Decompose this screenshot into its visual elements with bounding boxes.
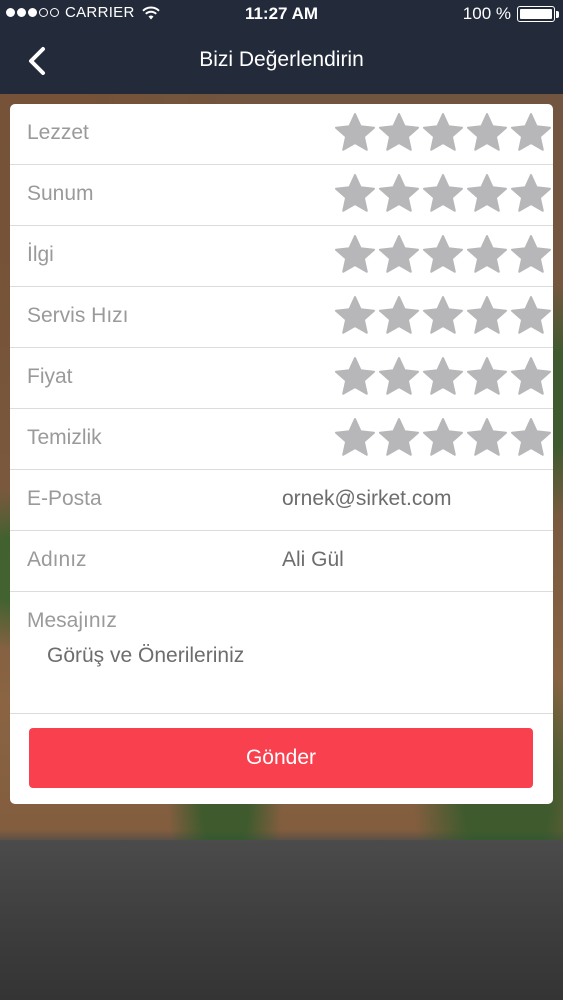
star-icon[interactable] xyxy=(509,111,553,155)
star-icon[interactable] xyxy=(333,172,377,216)
star-icon[interactable] xyxy=(377,233,421,277)
star-icon[interactable] xyxy=(333,416,377,460)
navigation-bar: Bizi Değerlendirin xyxy=(0,28,563,94)
star-rating xyxy=(333,233,553,277)
star-icon[interactable] xyxy=(377,172,421,216)
star-icon[interactable] xyxy=(421,111,465,155)
star-icon[interactable] xyxy=(377,355,421,399)
name-row: Adınız Ali Gül xyxy=(10,531,553,592)
star-icon[interactable] xyxy=(465,111,509,155)
star-icon[interactable] xyxy=(509,172,553,216)
star-icon[interactable] xyxy=(377,294,421,338)
message-textarea[interactable]: Görüş ve Önerileriniz xyxy=(47,644,244,668)
star-icon[interactable] xyxy=(333,233,377,277)
message-label: Mesajınız xyxy=(27,609,117,632)
rating-label: Sunum xyxy=(27,182,94,205)
battery-level xyxy=(520,9,552,19)
rating-row-lezzet: Lezzet xyxy=(10,104,553,165)
rating-form-card: Lezzet Sunum İlgi Servis Hızı Fiyat Temi… xyxy=(10,104,553,804)
status-right: 100 % xyxy=(462,4,559,24)
star-icon[interactable] xyxy=(509,233,553,277)
rating-label: Fiyat xyxy=(27,365,73,388)
star-icon[interactable] xyxy=(509,294,553,338)
rating-label: İlgi xyxy=(27,243,54,266)
star-icon[interactable] xyxy=(465,355,509,399)
battery-percent: 100 % xyxy=(462,4,511,23)
star-icon[interactable] xyxy=(421,355,465,399)
page-title: Bizi Değerlendirin xyxy=(199,48,364,71)
battery-icon xyxy=(517,6,559,22)
star-rating xyxy=(333,416,553,460)
battery-tip xyxy=(556,11,559,18)
rating-label: Temizlik xyxy=(27,426,102,449)
star-icon[interactable] xyxy=(421,416,465,460)
status-bar: CARRIER 11:27 AM 100 % xyxy=(0,0,563,28)
star-icon[interactable] xyxy=(465,233,509,277)
star-icon[interactable] xyxy=(509,355,553,399)
message-row: Mesajınız Görüş ve Önerileriniz xyxy=(10,592,553,714)
submit-button[interactable]: Gönder xyxy=(29,728,533,788)
email-row: E-Posta ornek@sirket.com xyxy=(10,470,553,531)
star-rating xyxy=(333,172,553,216)
star-icon[interactable] xyxy=(465,294,509,338)
name-field[interactable]: Ali Gül xyxy=(282,548,344,572)
star-icon[interactable] xyxy=(333,111,377,155)
rating-label: Lezzet xyxy=(27,121,89,144)
star-icon[interactable] xyxy=(421,294,465,338)
rating-row-ilgi: İlgi xyxy=(10,226,553,287)
star-rating xyxy=(333,111,553,155)
background-table-surface xyxy=(0,840,563,1000)
star-icon[interactable] xyxy=(377,111,421,155)
star-icon[interactable] xyxy=(465,416,509,460)
rating-label: Servis Hızı xyxy=(27,304,129,327)
rating-row-temizlik: Temizlik xyxy=(10,409,553,470)
star-icon[interactable] xyxy=(421,233,465,277)
star-icon[interactable] xyxy=(377,416,421,460)
star-rating xyxy=(333,294,553,338)
star-icon[interactable] xyxy=(333,294,377,338)
rating-row-servis-hizi: Servis Hızı xyxy=(10,287,553,348)
rating-row-fiyat: Fiyat xyxy=(10,348,553,409)
star-icon[interactable] xyxy=(333,355,377,399)
star-icon[interactable] xyxy=(465,172,509,216)
star-icon[interactable] xyxy=(421,172,465,216)
email-label: E-Posta xyxy=(27,487,102,510)
name-label: Adınız xyxy=(27,548,87,571)
star-icon[interactable] xyxy=(509,416,553,460)
email-field[interactable]: ornek@sirket.com xyxy=(282,487,452,511)
rating-row-sunum: Sunum xyxy=(10,165,553,226)
star-rating xyxy=(333,355,553,399)
